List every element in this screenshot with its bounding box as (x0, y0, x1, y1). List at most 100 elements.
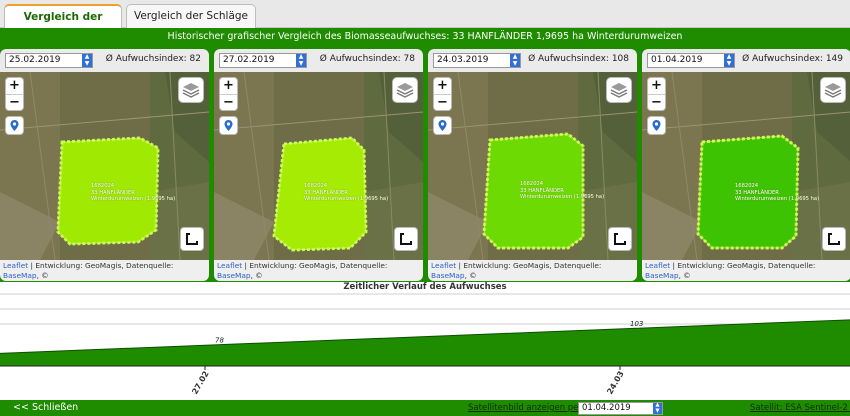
satellite-image (642, 72, 850, 260)
map-attribution: Leaflet | Entwicklung: GeoMagis, Datenqu… (214, 260, 423, 281)
satellite-source-link[interactable]: Satellit: ESA Sentinel-2 ... (750, 403, 850, 413)
chart-plot: 78 27.02 103 24.03 (0, 293, 850, 396)
growth-chart: Zeitlicher Verlauf des Aufwuchses 78 27.0… (0, 282, 850, 400)
basemap-link[interactable]: BaseMap (645, 271, 679, 280)
locate-button[interactable] (220, 117, 237, 134)
map-attribution: Leaflet | Entwicklung: GeoMagis, Datenqu… (428, 260, 637, 281)
x-tick-label: 27.02 (190, 370, 210, 396)
layers-button[interactable] (607, 78, 631, 102)
zoom-control: + − (220, 78, 237, 110)
basemap-link[interactable]: BaseMap (217, 271, 251, 280)
locate-button[interactable] (648, 117, 665, 134)
zoom-control: + − (648, 78, 665, 110)
leaflet-link[interactable]: Leaflet (217, 261, 242, 270)
spinner-arrows-icon[interactable]: ▲ ▼ (724, 53, 734, 67)
map-panel: 25.02.2019 ▲ ▼ Ø Aufwuchsindex: 82 + − 1… (0, 49, 209, 281)
field-label: 1682024 33 HANFLÄNDER Winterdurumweizen … (520, 181, 605, 200)
layers-icon (824, 83, 842, 98)
zoom-control: + − (6, 78, 23, 110)
leaflet-link[interactable]: Leaflet (3, 261, 28, 270)
zoom-out-button[interactable]: − (6, 94, 23, 110)
tab-vergleich-bilder[interactable]: Vergleich der Bilder (4, 4, 122, 45)
satellite-date-value: 01.04.2019 (582, 403, 631, 413)
fullscreen-icon (614, 232, 627, 245)
layers-button[interactable] (821, 78, 845, 102)
growth-index-label: Ø Aufwuchsindex: 108 (528, 54, 629, 64)
field-label: 1682024 33 HANFLÄNDER Winterdurumweizen … (304, 183, 389, 202)
satellite-image (214, 72, 423, 260)
map-panel: 01.04.2019 ▲ ▼ Ø Aufwuchsindex: 149 + − … (642, 49, 850, 281)
date-value: 27.02.2019 (223, 55, 275, 65)
zoom-in-button[interactable]: + (220, 78, 237, 94)
fullscreen-icon (186, 232, 199, 245)
map-attribution: Leaflet | Entwicklung: GeoMagis, Datenqu… (642, 260, 850, 281)
field-label: 1682024 33 HANFLÄNDER Winterdurumweizen … (91, 183, 176, 202)
growth-index-label: Ø Aufwuchsindex: 149 (742, 54, 843, 64)
date-value: 01.04.2019 (651, 55, 703, 65)
field-label: 1682024 33 HANFLÄNDER Winterdurumweizen … (735, 183, 820, 202)
spinner-arrows-icon[interactable]: ▲ ▼ (296, 53, 306, 67)
satellite-image (0, 72, 209, 260)
zoom-out-button[interactable]: − (220, 94, 237, 110)
date-select[interactable]: 27.02.2019 ▲ ▼ (219, 53, 307, 68)
growth-index-label: Ø Aufwuchsindex: 82 (105, 54, 201, 64)
leaflet-link[interactable]: Leaflet (431, 261, 456, 270)
spinner-arrows-icon[interactable]: ▲ ▼ (653, 402, 662, 414)
panel-header: 25.02.2019 ▲ ▼ Ø Aufwuchsindex: 82 (0, 49, 209, 72)
layers-button[interactable] (179, 78, 203, 102)
locate-button[interactable] (6, 117, 23, 134)
panel-header: 27.02.2019 ▲ ▼ Ø Aufwuchsindex: 78 (214, 49, 423, 72)
satellite-image (428, 72, 637, 260)
locate-button[interactable] (434, 117, 451, 134)
tab-bar: Vergleich der Bilder Vergleich der Schlä… (0, 0, 850, 45)
date-select[interactable]: 01.04.2019 ▲ ▼ (647, 53, 735, 68)
zoom-out-button[interactable]: − (434, 94, 451, 110)
fullscreen-button[interactable] (181, 228, 203, 250)
leaflet-link[interactable]: Leaflet (645, 261, 670, 270)
location-pin-icon (652, 120, 661, 131)
location-pin-icon (224, 120, 233, 131)
fullscreen-button[interactable] (395, 228, 417, 250)
satellite-date-select[interactable]: 01.04.2019 ▲ ▼ (578, 402, 663, 415)
zoom-out-button[interactable]: − (648, 94, 665, 110)
zoom-in-button[interactable]: + (6, 78, 23, 94)
close-button[interactable]: << Schließen (13, 402, 78, 413)
tab-vergleich-schlaege[interactable]: Vergleich der Schläge (126, 4, 256, 28)
satellite-map[interactable]: + − 1682024 33 HANFLÄNDER Winterdurumwei… (642, 72, 850, 260)
location-pin-icon (10, 120, 19, 131)
date-select[interactable]: 24.03.2019 ▲ ▼ (433, 53, 521, 68)
x-tick-label: 24.03 (605, 370, 625, 396)
fullscreen-icon (828, 232, 841, 245)
satellite-map[interactable]: + − 1682024 33 HANFLÄNDER Winterdurumwei… (214, 72, 423, 260)
spinner-arrows-icon[interactable]: ▲ ▼ (82, 53, 92, 67)
layers-icon (182, 83, 200, 98)
satellite-map[interactable]: + − 1682024 33 HANFLÄNDER Winterdurumwei… (0, 72, 209, 260)
zoom-in-button[interactable]: + (434, 78, 451, 94)
fullscreen-button[interactable] (609, 228, 631, 250)
footer-bar: << Schließen Satellitenbild anzeigen per… (0, 400, 850, 416)
layers-icon (396, 83, 414, 98)
date-value: 25.02.2019 (9, 55, 61, 65)
data-label: 78 (215, 336, 224, 344)
comparison-title: Historischer grafischer Vergleich des Bi… (0, 28, 850, 46)
layers-button[interactable] (393, 78, 417, 102)
satellite-prompt-link[interactable]: Satellitenbild anzeigen per: (468, 403, 585, 413)
map-panels: 25.02.2019 ▲ ▼ Ø Aufwuchsindex: 82 + − 1… (0, 46, 850, 282)
spinner-arrows-icon[interactable]: ▲ ▼ (510, 53, 520, 67)
date-value: 24.03.2019 (437, 55, 489, 65)
fullscreen-button[interactable] (823, 228, 845, 250)
data-label: 103 (630, 320, 643, 328)
map-attribution: Leaflet | Entwicklung: GeoMagis, Datenqu… (0, 260, 209, 281)
satellite-map[interactable]: + − 1682024 33 HANFLÄNDER Winterdurumwei… (428, 72, 637, 260)
panel-header: 24.03.2019 ▲ ▼ Ø Aufwuchsindex: 108 (428, 49, 637, 72)
panel-header: 01.04.2019 ▲ ▼ Ø Aufwuchsindex: 149 (642, 49, 850, 72)
growth-area (0, 319, 850, 366)
map-panel: 24.03.2019 ▲ ▼ Ø Aufwuchsindex: 108 + − … (428, 49, 637, 281)
basemap-link[interactable]: BaseMap (3, 271, 37, 280)
zoom-in-button[interactable]: + (648, 78, 665, 94)
basemap-link[interactable]: BaseMap (431, 271, 465, 280)
layers-icon (610, 83, 628, 98)
zoom-control: + − (434, 78, 451, 110)
map-panel: 27.02.2019 ▲ ▼ Ø Aufwuchsindex: 78 + − 1… (214, 49, 423, 281)
date-select[interactable]: 25.02.2019 ▲ ▼ (5, 53, 93, 68)
